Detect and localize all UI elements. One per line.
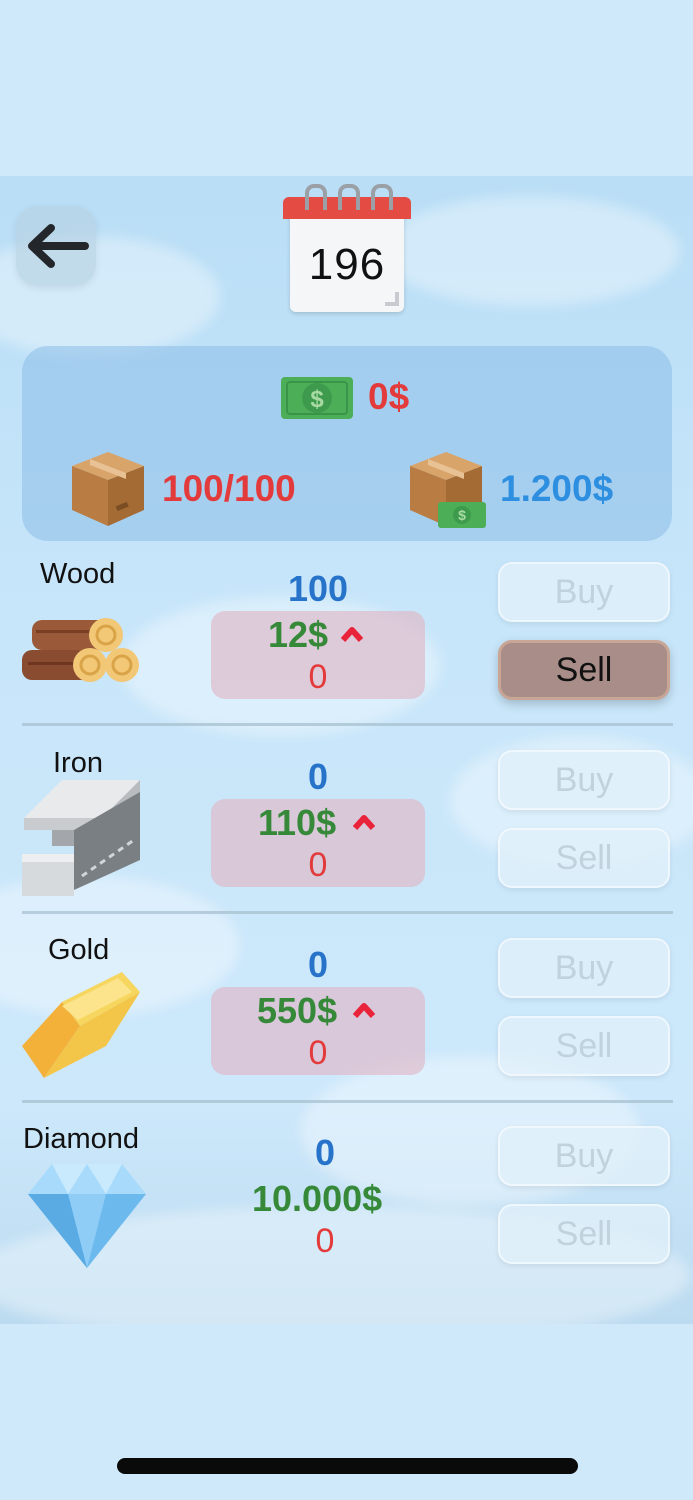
resource-name: Wood: [40, 558, 116, 590]
resource-name: Gold: [48, 934, 110, 966]
back-arrow-icon: [28, 224, 89, 268]
buy-button[interactable]: Buy: [498, 1126, 670, 1186]
money-icon: $: [281, 377, 353, 419]
sell-button[interactable]: Sell: [498, 640, 670, 700]
gold-icon: [22, 972, 140, 1078]
resource-quantity: 100: [287, 568, 349, 609]
resource-quantity: 0: [307, 944, 329, 985]
iron-icon: [22, 780, 140, 896]
owned-quantity: 0: [308, 658, 328, 696]
resource-price: 550$: [257, 990, 338, 1031]
owned-quantity: 0: [308, 1034, 328, 1072]
buy-button[interactable]: Buy: [498, 562, 670, 622]
svg-text:$: $: [310, 386, 324, 413]
resource-price: 110$: [258, 802, 337, 843]
resource-quantity: 0: [314, 1132, 336, 1173]
divider: [22, 911, 673, 914]
box-icon: [72, 452, 144, 526]
buy-button[interactable]: Buy: [498, 750, 670, 810]
resource-quantity: 0: [307, 756, 329, 797]
wood-icon: [22, 618, 139, 682]
money-balance: 0$: [368, 376, 410, 417]
box-money-icon: $: [410, 452, 486, 528]
trend-up-icon: [352, 1003, 376, 1019]
trend-up-icon: [340, 627, 364, 643]
sell-button[interactable]: Sell: [498, 1204, 670, 1264]
diamond-icon: [28, 1164, 146, 1268]
day-counter: 196: [308, 240, 386, 289]
trend-up-icon: [352, 815, 376, 831]
resource-price: 12$: [268, 614, 329, 655]
divider: [22, 1100, 673, 1103]
divider: [22, 723, 673, 726]
resource-name: Iron: [53, 747, 103, 779]
back-button[interactable]: [16, 206, 96, 286]
stats-panel: $ 0$ 100/100 $ 1.200$: [22, 346, 672, 541]
owned-quantity: 0: [308, 846, 328, 884]
sell-button[interactable]: Sell: [498, 1016, 670, 1076]
sell-button[interactable]: Sell: [498, 828, 670, 888]
buy-button[interactable]: Buy: [498, 938, 670, 998]
storage-capacity: 100/100: [162, 468, 296, 509]
storage-value: 1.200$: [500, 468, 614, 509]
resource-name: Diamond: [23, 1123, 140, 1155]
owned-quantity: 0: [315, 1222, 335, 1260]
home-indicator[interactable]: [117, 1458, 578, 1474]
svg-text:$: $: [458, 507, 466, 523]
calendar-day: 196: [283, 184, 411, 314]
resource-price: 10.000$: [252, 1178, 383, 1219]
